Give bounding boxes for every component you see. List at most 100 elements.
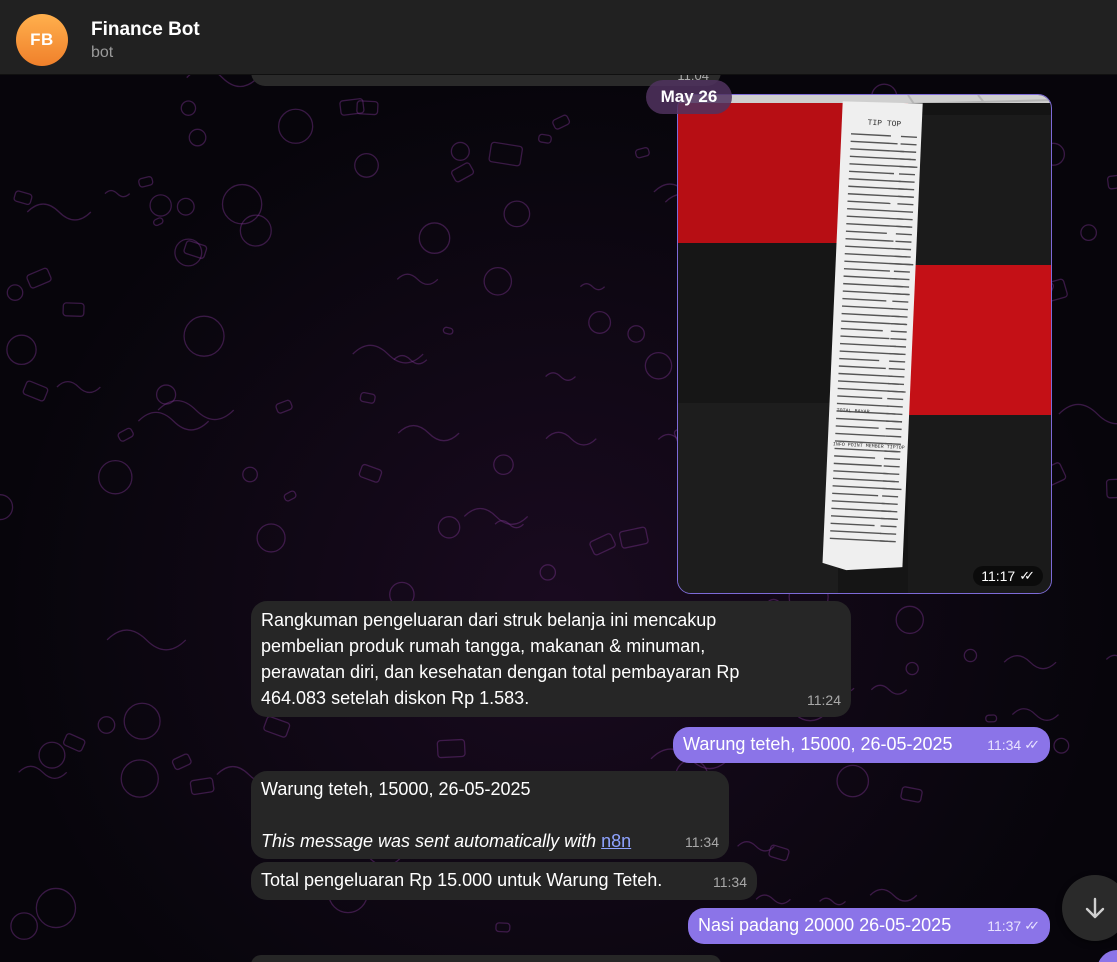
receipt-amount (882, 487, 899, 490)
doodle-shape (819, 897, 846, 906)
date-separator: May 26 (646, 80, 732, 114)
receipt-amount (889, 360, 906, 363)
receipt-amount (890, 337, 907, 341)
receipt-photo[interactable]: TIP TOP TOTAL BAYAR INFO POINT MEMBER TI… (678, 95, 1052, 594)
chat-title[interactable]: Finance Bot (91, 19, 200, 41)
doodle-shape (38, 741, 66, 769)
doodle-shape (644, 352, 673, 380)
doodle-shape (737, 841, 775, 852)
receipt-amount (887, 390, 904, 393)
doodle-shape (176, 197, 195, 216)
doodle-shape (397, 424, 460, 442)
doodle-shape (26, 203, 92, 221)
doodle-shape (189, 777, 215, 796)
receipt-amount (883, 472, 900, 476)
doodle-shape (1003, 655, 1057, 670)
avatar[interactable]: FB (16, 14, 68, 66)
doodle-shape (149, 194, 172, 217)
message-time: 11:37 (987, 918, 1022, 934)
message-bubble-partial[interactable] (251, 955, 721, 962)
doodle-shape (1011, 708, 1060, 721)
receipt-amount (896, 218, 913, 221)
receipt-amount (883, 465, 900, 468)
message-time: 11:34 (685, 834, 719, 850)
receipt-amount (885, 427, 902, 431)
receipt-amount (894, 263, 911, 266)
auto-sent-note: This message was sent automatically with (261, 831, 602, 851)
receipt-amount (900, 135, 917, 138)
receipt-amount (899, 165, 916, 168)
doodle-shape (895, 605, 924, 635)
doodle-shape (618, 526, 649, 549)
chat-subtitle: bot (91, 44, 114, 61)
doodle-shape (283, 490, 297, 502)
doodle-shape (120, 759, 159, 798)
message-bubble-incoming[interactable]: Rangkuman pengeluaran dari struk belanja… (251, 601, 851, 717)
receipt-amount (881, 510, 898, 513)
message-bubble-outgoing[interactable]: Warung teteh, 15000, 26-05-2025 11:34 ✓✓ (673, 727, 1050, 763)
receipt-amount (899, 158, 916, 161)
doodle-shape (418, 222, 451, 254)
receipt-amount (890, 330, 907, 333)
doodle-shape (183, 315, 225, 357)
receipt-amount (880, 532, 897, 535)
receipt-amount (888, 375, 905, 378)
receipt-amount (893, 270, 910, 273)
receipt-photo-message[interactable]: TIP TOP TOTAL BAYAR INFO POINT MEMBER TI… (677, 94, 1052, 594)
doodle-shape (436, 738, 466, 759)
receipt-store-name: TIP TOP (867, 119, 901, 130)
doodle-shape (442, 326, 454, 335)
doodle-shape (10, 912, 38, 940)
doodle-shape (545, 431, 597, 446)
message-bubble-outgoing[interactable]: Nasi padang 20000 26-05-2025 11:37 ✓✓ (688, 908, 1050, 944)
message-bubble-incoming[interactable]: Warung teteh, 15000, 26-05-2025 This mes… (251, 771, 729, 859)
doodle-shape (450, 141, 470, 161)
chat-header[interactable]: FB Finance Bot bot (0, 0, 1117, 75)
arrow-down-icon (1085, 897, 1105, 919)
receipt-amount (898, 173, 916, 176)
n8n-link[interactable]: n8n (601, 831, 631, 851)
doodle-shape (26, 267, 52, 289)
doodle-shape (155, 384, 177, 405)
doodle-shape (1053, 737, 1070, 754)
receipt-amount (900, 143, 917, 146)
receipt-amount (897, 195, 914, 198)
doodle-shape (180, 100, 197, 116)
receipt-amount (880, 517, 897, 520)
doodle-shape (836, 764, 870, 798)
receipt-amount (891, 308, 908, 311)
receipt-amount (891, 315, 908, 318)
doodle-shape (6, 284, 24, 301)
doodle-shape (278, 108, 314, 144)
message-text: Nasi padang 20000 26-05-2025 (698, 915, 952, 935)
receipt-amount (893, 285, 910, 288)
doodle-shape (171, 753, 192, 771)
receipt-amount (896, 225, 913, 228)
message-text-line: pembelian produk rumah tangga, makanan &… (261, 636, 706, 656)
doodle-shape (137, 411, 210, 431)
receipt-amount (897, 203, 914, 206)
message-text: Warung teteh, 15000, 26-05-2025 (261, 779, 531, 799)
receipt-amount (882, 480, 899, 483)
doodle-shape (242, 466, 258, 483)
doodle-shape (183, 240, 208, 259)
receipt-amount (886, 405, 903, 408)
doodle-shape (358, 463, 383, 483)
doodle-shape (634, 147, 650, 159)
receipt-amount (889, 352, 906, 356)
doodle-shape (138, 176, 154, 188)
doodle-shape (106, 629, 187, 651)
doodle-shape (1058, 403, 1117, 425)
receipt-amount (898, 188, 915, 191)
receipt-amount (889, 345, 906, 348)
receipt-amount (884, 450, 901, 453)
doodle-shape (256, 523, 286, 553)
doodle-shape (1080, 224, 1098, 242)
doodle-shape (437, 516, 461, 539)
message-bubble-incoming[interactable]: Total pengeluaran Rp 15.000 untuk Warung… (251, 862, 757, 900)
doodle-shape (22, 380, 49, 402)
message-text: Warung teteh, 15000, 26-05-2025 (683, 734, 953, 754)
message-timestamp: 11:34 ✓✓ (987, 732, 1040, 758)
message-timestamp: 11:37 ✓✓ (987, 913, 1040, 939)
receipt-amount (884, 457, 901, 461)
